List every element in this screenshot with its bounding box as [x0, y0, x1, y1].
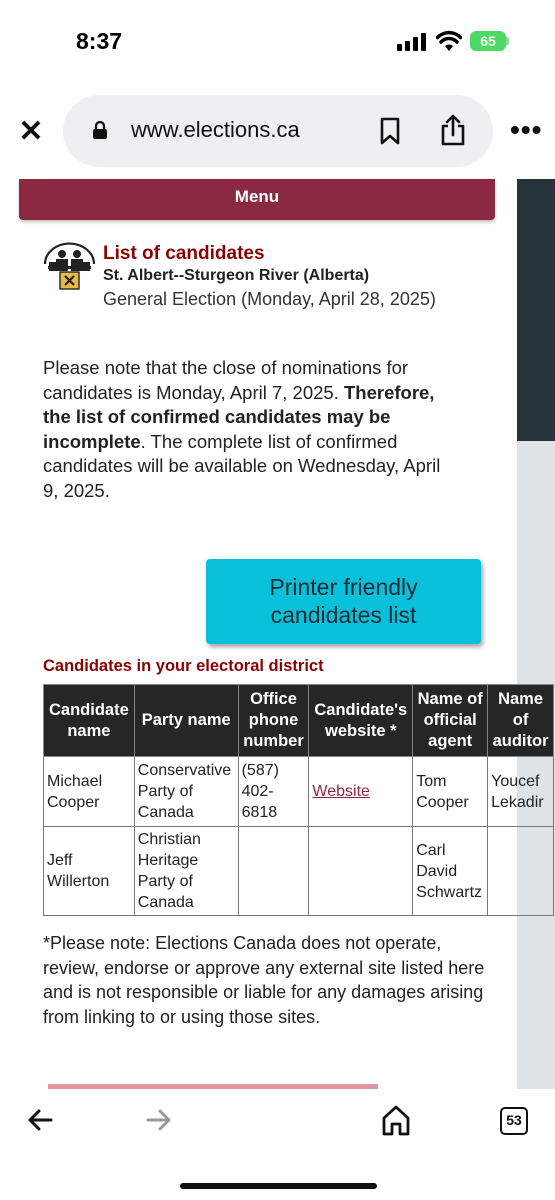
- cell-text: Conservative: [137, 762, 232, 779]
- cell-candidate-name: Jeff Willerton: [43, 826, 135, 916]
- candidate-website-link[interactable]: Website: [312, 783, 370, 800]
- cell-party-name: Christian Heritage Party of Canada: [133, 826, 239, 916]
- cell-text: Cooper: [416, 793, 469, 811]
- candidates-table: Candidate name Party name Office phone n…: [43, 684, 554, 916]
- cell-text: (587): [241, 762, 279, 779]
- header-auditor: Name of auditor: [487, 684, 554, 757]
- header-text: Party name: [141, 711, 231, 729]
- signal-icon: [397, 33, 427, 51]
- cell-text: Willerton: [47, 873, 110, 890]
- web-page: Menu List of candidates St. Albert--Stur…: [0, 179, 555, 1089]
- cell-party-name: Conservative Party of Canada: [133, 756, 239, 827]
- header-candidate-name: Candidate name: [43, 684, 135, 757]
- clock: 8:37: [76, 28, 123, 54]
- election-name: General Election (Monday, April 28, 2025…: [103, 289, 436, 309]
- battery-icon: 65: [470, 31, 506, 51]
- cell-official-agent: Tom Cooper: [412, 756, 489, 827]
- cell-official-agent: Carl David Schwartz: [412, 826, 489, 916]
- header-text: Name of: [417, 690, 483, 708]
- cell-text: Youcef: [491, 772, 540, 790]
- header-text: agent: [428, 732, 473, 750]
- header-text: Name: [498, 690, 544, 708]
- table-row: Michael Cooper Conservative Party of Can…: [43, 756, 554, 827]
- printer-button-line2: candidates list: [270, 602, 417, 628]
- cell-text: Carl: [416, 841, 446, 859]
- cell-text: Tom: [416, 772, 447, 790]
- cell-website: Website: [308, 756, 414, 827]
- header-text: Office: [250, 690, 297, 708]
- header-official-agent: Name of official agent: [412, 684, 489, 757]
- back-arrow-icon[interactable]: [27, 1107, 53, 1133]
- cell-text: Cooper: [47, 793, 100, 811]
- cell-phone: [237, 826, 310, 916]
- home-icon[interactable]: [381, 1104, 411, 1136]
- status-bar: 8:37 65: [0, 0, 555, 84]
- menu-button[interactable]: Menu: [19, 179, 495, 220]
- cell-auditor: [487, 826, 554, 916]
- cell-website: [308, 826, 414, 916]
- header-text: phone: [248, 711, 299, 729]
- header-text: name: [67, 721, 111, 740]
- cell-phone: (587) 402- 6818: [237, 756, 310, 827]
- printer-friendly-button[interactable]: Printer friendly candidates list: [206, 559, 481, 644]
- header-text: official: [423, 711, 477, 729]
- district-name: St. Albert--Sturgeon River (Alberta): [103, 267, 370, 284]
- header-party-name: Party name: [133, 684, 239, 757]
- header-text: auditor: [492, 732, 549, 750]
- cell-text: Christian: [137, 831, 201, 848]
- header-website: Candidate's website *: [308, 684, 414, 757]
- wifi-icon: [436, 30, 462, 51]
- printer-button-line1: Printer friendly: [269, 574, 418, 600]
- cell-text: 402-: [241, 783, 274, 800]
- table-header-row: Candidate name Party name Office phone n…: [43, 684, 554, 757]
- tabs-count-button[interactable]: 53: [500, 1107, 528, 1135]
- lock-icon: [93, 120, 107, 139]
- battery-tip: [506, 37, 509, 45]
- header-text: website *: [325, 721, 397, 740]
- page-title: List of candidates: [103, 243, 265, 264]
- share-icon[interactable]: [440, 114, 466, 146]
- section-title: Candidates in your electoral district: [43, 657, 324, 675]
- forward-arrow-icon[interactable]: [146, 1107, 172, 1133]
- elections-canada-logo-icon: [43, 242, 96, 290]
- cell-text: David: [416, 862, 458, 880]
- header-text: Candidate: [49, 700, 129, 719]
- cell-text: Schwartz: [416, 883, 483, 901]
- header-text: number: [243, 732, 304, 750]
- cell-text: Michael: [47, 772, 103, 790]
- cell-text: Canada: [137, 804, 194, 821]
- cell-auditor: Youcef Lekadir: [487, 756, 554, 827]
- header-text: Candidate's: [314, 700, 408, 719]
- header-phone: Office phone number: [237, 684, 310, 757]
- cell-text: 6818: [241, 804, 278, 821]
- more-options-icon[interactable]: •••: [510, 114, 542, 146]
- bookmark-icon[interactable]: [379, 117, 401, 145]
- cell-text: Party of: [137, 783, 193, 800]
- side-panel-dark: [517, 179, 555, 441]
- cell-text: Heritage: [137, 852, 199, 869]
- url-text[interactable]: www.elections.ca: [131, 117, 300, 143]
- cell-text: Jeff: [47, 852, 73, 869]
- nomination-notice: Please note that the close of nomination…: [43, 356, 453, 503]
- home-indicator[interactable]: [180, 1183, 377, 1189]
- external-site-disclaimer: *Please note: Elections Canada does not …: [43, 933, 485, 1027]
- header-text: of: [512, 711, 529, 729]
- close-icon[interactable]: ✕: [17, 117, 45, 147]
- table-row: Jeff Willerton Christian Heritage Party …: [43, 826, 554, 916]
- cell-text: Party of: [137, 873, 193, 890]
- cell-text: Canada: [137, 894, 194, 911]
- cell-text: Lekadir: [491, 793, 544, 811]
- cell-candidate-name: Michael Cooper: [43, 756, 135, 827]
